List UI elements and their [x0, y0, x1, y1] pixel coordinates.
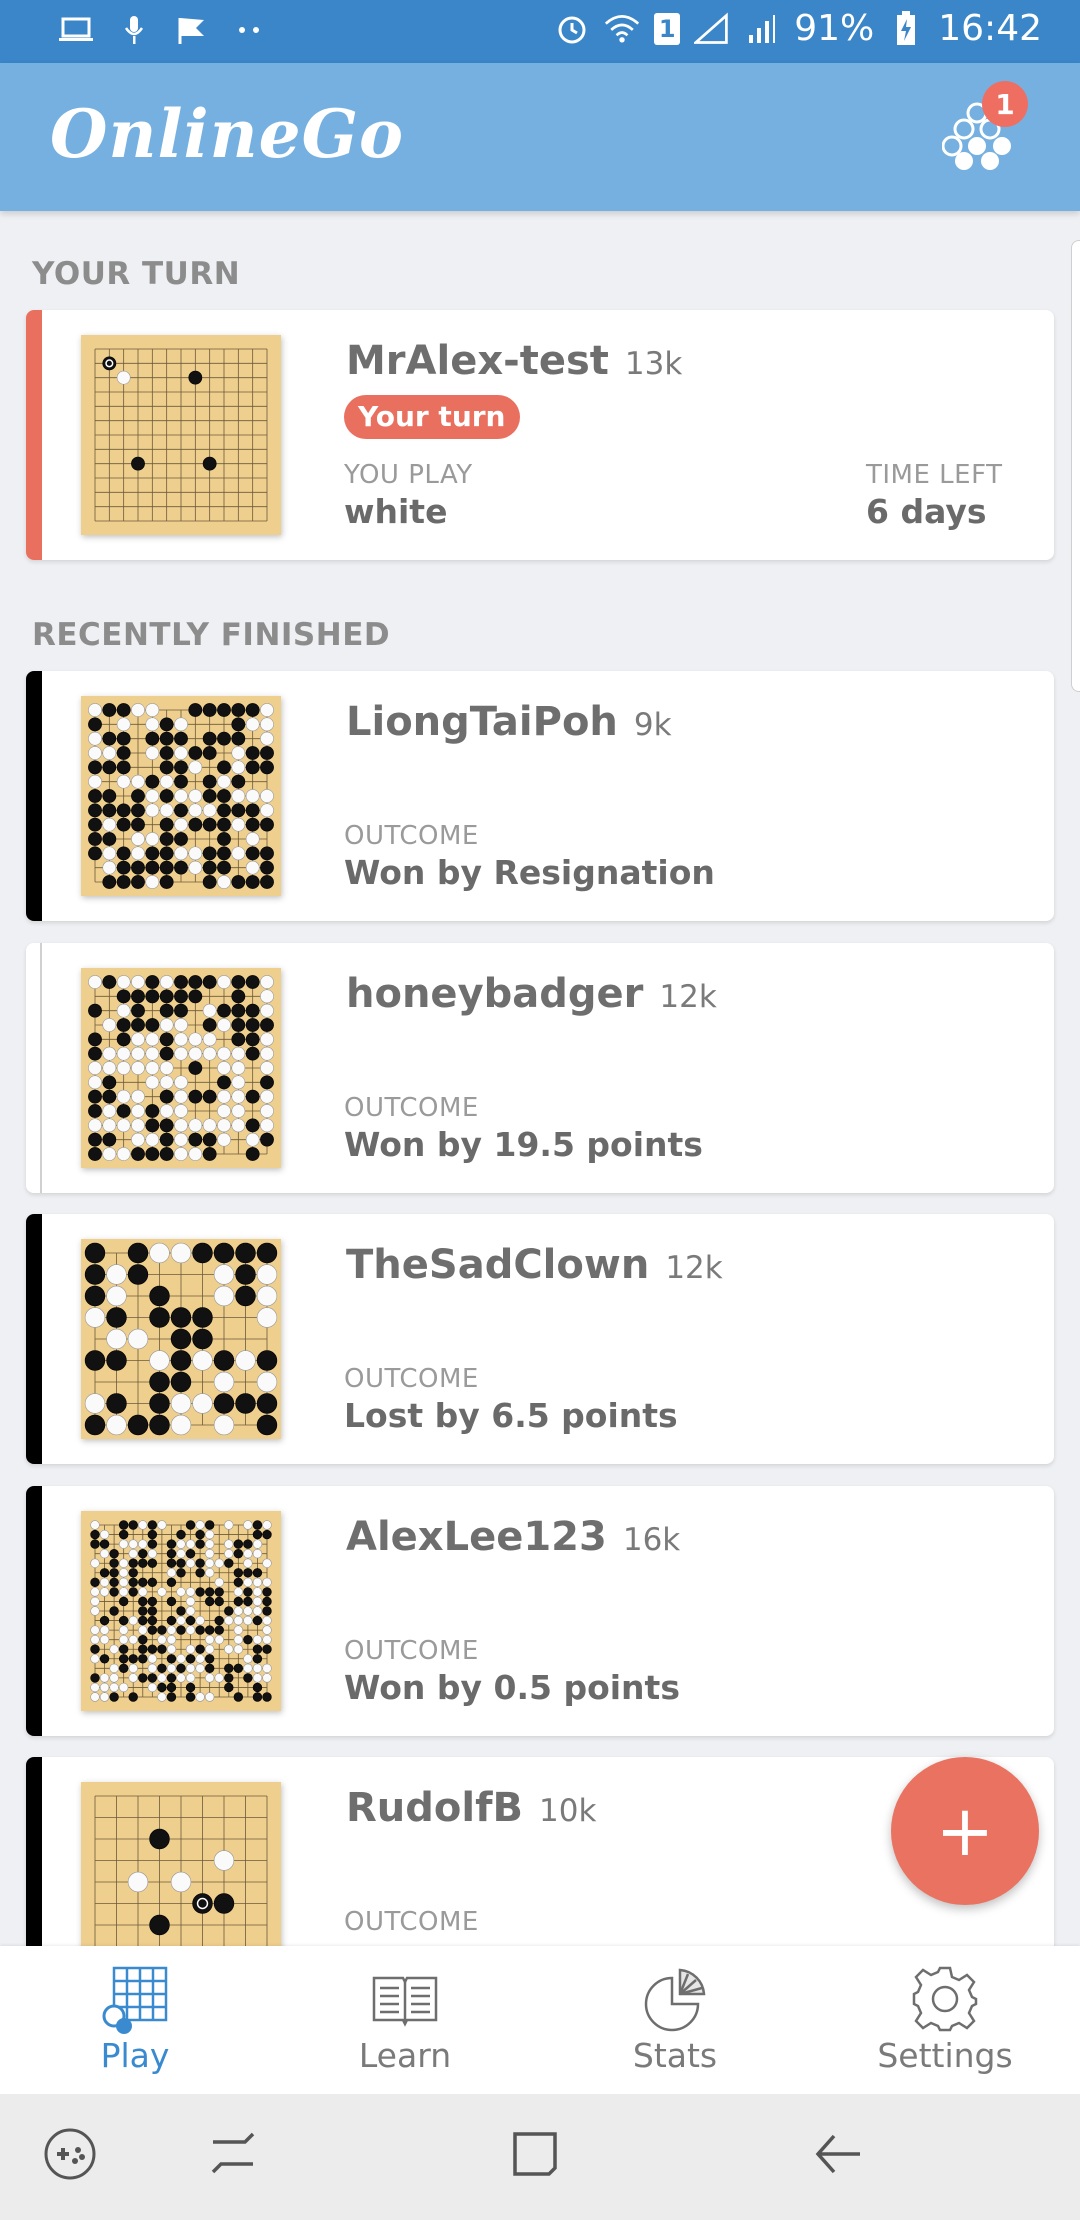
game-card[interactable]: honeybadger 12k OUTCOME Won by 19.5 poin…	[26, 943, 1054, 1193]
section-recently-finished: RECENTLY FINISHED	[32, 617, 391, 653]
go-board-thumbnail	[81, 968, 281, 1168]
your-turn-badge: Your turn	[344, 395, 520, 439]
outcome-label: OUTCOME	[344, 1093, 479, 1123]
signal-bars-icon	[744, 11, 780, 47]
home-icon[interactable]	[505, 2124, 565, 2184]
opponent-name: AlexLee123	[346, 1514, 607, 1560]
status-bar: 1 91% 16:42	[0, 0, 1080, 63]
outcome-value: Won by 0.5 points	[344, 1668, 680, 1707]
opponent-rank: 13k	[624, 346, 683, 382]
outcome-value: Won by Resignation	[344, 853, 715, 892]
opponent-rank: 9k	[633, 707, 672, 743]
clock: 16:42	[938, 8, 1042, 49]
opponent: TheSadClown 12k	[346, 1242, 723, 1288]
outcome-value: Lost by 6.5 points	[344, 1396, 678, 1435]
new-game-button[interactable]: +	[891, 1757, 1039, 1905]
game-tools-icon[interactable]	[40, 2124, 100, 2184]
opponent: honeybadger 12k	[346, 971, 717, 1017]
outcome-label: OUTCOME	[344, 821, 479, 851]
signal-icon	[694, 11, 730, 47]
status-bar-left-icons	[58, 12, 268, 48]
go-board-thumbnail	[81, 1511, 281, 1711]
time-left-value: 6 days	[866, 492, 987, 531]
nav-label: Learn	[358, 2036, 452, 2075]
nav-settings[interactable]: Settings	[810, 1946, 1080, 2094]
go-board-thumbnail	[81, 335, 281, 535]
card-stripe	[26, 671, 42, 921]
alarm-icon	[554, 11, 590, 47]
recent-apps-icon[interactable]	[203, 2124, 263, 2184]
opponent: AlexLee123 16k	[346, 1514, 680, 1560]
notifications-button[interactable]: 1	[941, 81, 1028, 171]
gear-icon	[912, 1966, 978, 2032]
outcome-label: OUTCOME	[344, 1364, 479, 1394]
nav-play[interactable]: Play	[0, 1946, 270, 2094]
game-card[interactable]: LiongTaiPoh 9k OUTCOME Won by Resignatio…	[26, 671, 1054, 921]
card-stripe	[26, 1486, 42, 1736]
app-title: OnlineGo	[50, 95, 404, 173]
outcome-value: Won by 19.5 points	[344, 1125, 703, 1164]
bottom-navigation: Play Learn Stats Settings	[0, 1946, 1080, 2094]
outcome-label: OUTCOME	[344, 1907, 479, 1937]
system-navigation-bar	[0, 2094, 1080, 2220]
opponent-name: TheSadClown	[346, 1242, 650, 1288]
battery-percent: 91%	[794, 8, 875, 49]
grid-board-icon	[102, 1966, 168, 2034]
laptop-icon	[58, 12, 94, 48]
opponent: RudolfB 10k	[346, 1785, 596, 1831]
status-bar-right: 1 91% 16:42	[554, 8, 1042, 49]
card-stripe	[26, 943, 42, 1193]
opponent-name: MrAlex-test	[346, 338, 609, 384]
scroll-indicator[interactable]	[1071, 240, 1080, 692]
game-card[interactable]: AlexLee123 16k OUTCOME Won by 0.5 points	[26, 1486, 1054, 1736]
back-icon[interactable]	[808, 2124, 868, 2184]
you-play-value: white	[344, 492, 448, 531]
nav-stats[interactable]: Stats	[540, 1946, 810, 2094]
battery-charging-icon	[888, 10, 924, 47]
opponent-name: LiongTaiPoh	[346, 699, 618, 745]
game-card-your-turn[interactable]: MrAlex-test 13k Your turn YOU PLAY white…	[26, 310, 1054, 560]
wifi-icon	[604, 11, 640, 47]
nav-label: Play	[100, 2036, 170, 2075]
app-bar: OnlineGo 1	[0, 63, 1080, 211]
nav-label: Stats	[632, 2036, 718, 2075]
opponent-rank: 16k	[622, 1522, 681, 1558]
nav-learn[interactable]: Learn	[270, 1946, 540, 2094]
opponent-rank: 12k	[665, 1250, 723, 1286]
section-your-turn: YOUR TURN	[32, 256, 241, 292]
more-dots-icon	[232, 12, 268, 48]
card-stripe	[26, 1214, 42, 1464]
game-card[interactable]: TheSadClown 12k OUTCOME Lost by 6.5 poin…	[26, 1214, 1054, 1464]
opponent: MrAlex-test 13k	[346, 338, 682, 384]
nav-label: Settings	[877, 2036, 1013, 2075]
card-stripe	[26, 310, 42, 560]
book-icon	[372, 1976, 438, 2027]
opponent-name: honeybadger	[346, 971, 644, 1017]
flag-check-icon	[174, 12, 210, 48]
go-board-thumbnail	[81, 696, 281, 896]
opponent-name: RudolfB	[346, 1785, 523, 1831]
opponent-rank: 10k	[539, 1793, 597, 1829]
go-board-thumbnail	[81, 1239, 281, 1439]
sim-badge: 1	[654, 12, 681, 45]
you-play-label: YOU PLAY	[344, 460, 473, 490]
pie-chart-icon	[644, 1968, 706, 2032]
notification-badge: 1	[982, 81, 1028, 127]
opponent-rank: 12k	[659, 979, 717, 1015]
outcome-label: OUTCOME	[344, 1636, 479, 1666]
opponent: LiongTaiPoh 9k	[346, 699, 672, 745]
microphone-icon	[116, 12, 152, 48]
card-stripe	[26, 1757, 42, 1977]
time-left-label: TIME LEFT	[866, 460, 1003, 490]
